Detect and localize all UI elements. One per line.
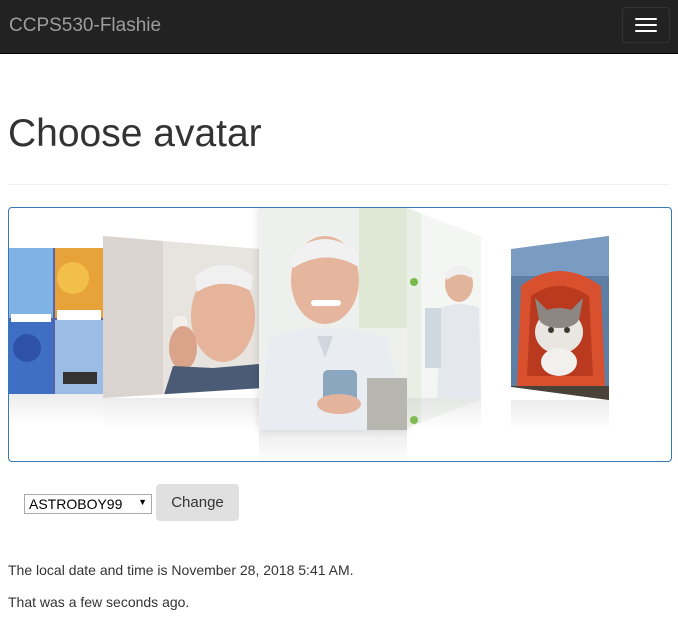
avatar-cover-cat-in-backpack[interactable] bbox=[511, 236, 609, 400]
navbar: CCPS530-Flashie bbox=[0, 0, 678, 54]
relative-time-text: That was a few seconds ago. bbox=[8, 594, 190, 610]
photo-thumbnail-icon bbox=[259, 208, 407, 430]
avatar-select-wrapper: ASTROBOY99 ▼ bbox=[24, 493, 152, 514]
photo-thumbnail-icon bbox=[103, 236, 259, 398]
change-button[interactable]: Change bbox=[156, 484, 239, 521]
avatar-coverflow[interactable] bbox=[8, 207, 672, 462]
photo-thumbnail-icon bbox=[407, 208, 481, 428]
avatar-cover-comic[interactable] bbox=[9, 248, 103, 394]
avatar-form: ASTROBOY99 ▼ Change bbox=[24, 484, 239, 521]
local-time-text: The local date and time is November 28, … bbox=[8, 562, 354, 578]
page-title: Choose avatar bbox=[8, 112, 262, 155]
avatar-cover-man-on-phone[interactable] bbox=[103, 236, 259, 398]
menu-toggle-button[interactable] bbox=[622, 7, 670, 43]
photo-thumbnail-icon bbox=[511, 236, 609, 400]
comic-thumbnail-icon bbox=[9, 248, 103, 394]
hamburger-menu-icon bbox=[635, 18, 657, 32]
brand-link[interactable]: CCPS530-Flashie bbox=[9, 15, 161, 37]
avatar-cover-man-with-mug[interactable] bbox=[259, 208, 407, 430]
avatar-cover-man-at-office[interactable] bbox=[407, 208, 481, 428]
divider bbox=[8, 184, 670, 185]
avatar-select[interactable]: ASTROBOY99 bbox=[24, 493, 152, 514]
